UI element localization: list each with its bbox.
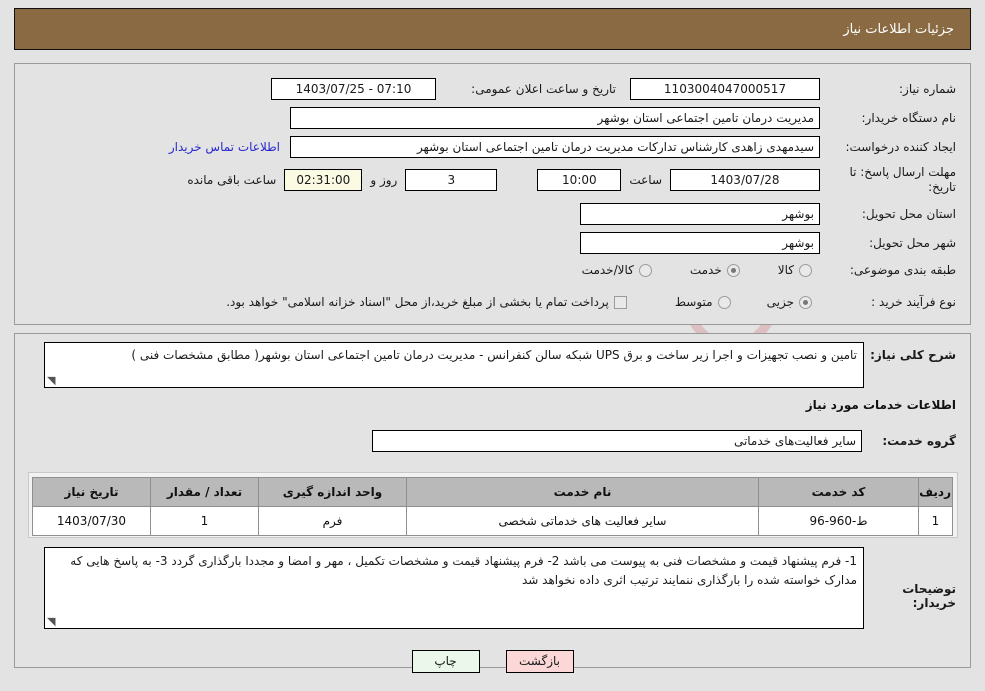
- category-option-service-label: خدمت: [689, 263, 722, 277]
- services-table-wrapper: ردیف کد خدمت نام خدمت واحد اندازه گیری ت…: [28, 472, 958, 538]
- back-button[interactable]: بازگشت: [505, 650, 574, 673]
- buyer-contact-link[interactable]: اطلاعات تماس خریدار: [169, 140, 280, 154]
- page-title: جزئیات اطلاعات نیاز: [843, 21, 954, 37]
- deadline-hour-value: 10:00: [537, 169, 622, 191]
- remaining-time-label: ساعت باقی مانده: [187, 173, 277, 187]
- category-option-service[interactable]: خدمت: [690, 263, 740, 277]
- buyer-org-row: نام دستگاه خریدار: مدیریت درمان تامین اج…: [290, 107, 956, 129]
- process-type-option-minor-label: جزیی: [766, 295, 794, 309]
- services-section-title: اطلاعات خدمات مورد نیاز: [805, 398, 956, 412]
- process-type-option-minor[interactable]: جزیی: [767, 295, 812, 309]
- cell-service-code: ط-960-96: [758, 506, 919, 536]
- cell-index: 1: [918, 506, 953, 536]
- cell-need-date: 1403/07/30: [32, 506, 151, 536]
- resize-grip-icon[interactable]: ◤: [47, 374, 57, 387]
- cell-unit: فرم: [258, 506, 407, 536]
- delivery-province-label: استان محل تحویل:: [861, 207, 956, 221]
- process-type-option-medium[interactable]: متوسط: [675, 295, 731, 309]
- announce-datetime-value: 07:10 - 1403/07/25: [271, 78, 436, 100]
- treasury-checkbox-label: پرداخت تمام یا بخشی از مبلغ خرید،از محل …: [226, 295, 609, 309]
- delivery-city-label: شهر محل تحویل:: [869, 236, 956, 250]
- services-table-header-row: ردیف کد خدمت نام خدمت واحد اندازه گیری ت…: [32, 477, 953, 507]
- service-group-value: سایر فعالیت‌های خدماتی: [372, 430, 862, 452]
- delivery-province-value: بوشهر: [580, 203, 820, 225]
- process-type-row: نوع فرآیند خرید : جزیی متوسط پرداخت تمام…: [226, 295, 956, 309]
- requester-label: ایجاد کننده درخواست:: [845, 140, 956, 154]
- description-textarea[interactable]: تامین و نصب تجهیزات و اجرا زیر ساخت و بر…: [44, 342, 864, 388]
- buyer-notes-textarea[interactable]: 1- فرم پیشنهاد قیمت و مشخصات فنی به پیوس…: [44, 547, 864, 629]
- th-service-code: کد خدمت: [758, 477, 919, 507]
- need-number-row: شماره نیاز: 1103004047000517: [630, 78, 956, 100]
- category-option-goods[interactable]: کالا: [778, 263, 812, 277]
- th-service-name: نام خدمت: [406, 477, 759, 507]
- treasury-checkbox-group[interactable]: پرداخت تمام یا بخشی از مبلغ خرید،از محل …: [226, 295, 627, 309]
- process-type-radio-minor[interactable]: [799, 295, 812, 309]
- resize-grip-icon[interactable]: ◤: [47, 615, 57, 628]
- remaining-days-value: 3: [405, 169, 498, 191]
- service-group-row: گروه خدمت: سایر فعالیت‌های خدماتی: [372, 430, 956, 452]
- deadline-hour-label: ساعت: [629, 173, 662, 187]
- requester-row: ایجاد کننده درخواست: سیدمهدی زاهدی کارشن…: [169, 136, 956, 158]
- buyer-notes-value: 1- فرم پیشنهاد قیمت و مشخصات فنی به پیوس…: [70, 554, 857, 587]
- description-label: شرح کلی نیاز:: [870, 348, 956, 362]
- cell-service-name: سایر فعالیت های خدماتی شخصی: [406, 506, 759, 536]
- need-info-panel: شماره نیاز: 1103004047000517 تاریخ و ساع…: [14, 63, 971, 325]
- category-option-goods-service[interactable]: کالا/خدمت: [582, 263, 652, 277]
- category-option-goods-label: کالا: [777, 263, 794, 277]
- delivery-city-value: بوشهر: [580, 232, 820, 254]
- deadline-row: مهلت ارسال پاسخ: تا تاریخ: 1403/07/28 سا…: [187, 165, 956, 195]
- remaining-days-label: روز و: [370, 173, 398, 187]
- category-label: طبقه بندی موضوعی:: [849, 263, 956, 277]
- cell-quantity: 1: [150, 506, 259, 536]
- th-quantity: تعداد / مقدار: [150, 477, 259, 507]
- remaining-time-value: 02:31:00: [284, 169, 363, 191]
- announce-datetime-row: تاریخ و ساعت اعلان عمومی: 07:10 - 1403/0…: [271, 78, 616, 100]
- th-need-date: تاریخ نیاز: [32, 477, 151, 507]
- deadline-date-value: 1403/07/28: [670, 169, 820, 191]
- buyer-notes-label: توضیحات خریدار:: [902, 582, 956, 610]
- footer-actions: بازگشت چاپ: [0, 650, 985, 673]
- requester-value: سیدمهدی زاهدی کارشناس تدارکات مدیریت درم…: [290, 136, 820, 158]
- delivery-city-row: شهر محل تحویل: بوشهر: [580, 232, 956, 254]
- delivery-province-row: استان محل تحویل: بوشهر: [580, 203, 956, 225]
- category-radio-goods-service[interactable]: [638, 263, 652, 277]
- category-option-goods-service-label: کالا/خدمت: [581, 263, 634, 277]
- services-table: ردیف کد خدمت نام خدمت واحد اندازه گیری ت…: [32, 477, 953, 536]
- process-type-label: نوع فرآیند خرید :: [871, 295, 956, 309]
- need-number-value: 1103004047000517: [630, 78, 820, 100]
- buyer-org-value: مدیریت درمان تامین اجتماعی استان بوشهر: [290, 107, 820, 129]
- announce-datetime-label: تاریخ و ساعت اعلان عمومی:: [471, 82, 616, 96]
- table-row: 1 ط-960-96 سایر فعالیت های خدماتی شخصی ف…: [32, 506, 953, 536]
- th-unit: واحد اندازه گیری: [258, 477, 407, 507]
- service-group-label: گروه خدمت:: [882, 434, 956, 448]
- page-header: جزئیات اطلاعات نیاز: [14, 8, 971, 50]
- category-radio-service[interactable]: [726, 263, 740, 277]
- treasury-checkbox[interactable]: [613, 295, 627, 309]
- need-number-label: شماره نیاز:: [899, 82, 956, 96]
- print-button[interactable]: چاپ: [411, 650, 480, 673]
- th-index: ردیف: [918, 477, 953, 507]
- buyer-org-label: نام دستگاه خریدار:: [861, 111, 957, 125]
- description-value: تامین و نصب تجهیزات و اجرا زیر ساخت و بر…: [131, 348, 857, 362]
- details-panel: شرح کلی نیاز: تامین و نصب تجهیزات و اجرا…: [14, 333, 971, 668]
- category-row: طبقه بندی موضوعی: کالا خدمت کالا/خدمت: [582, 263, 956, 277]
- process-type-radio-medium[interactable]: [717, 295, 731, 309]
- deadline-label: مهلت ارسال پاسخ: تا تاریخ:: [849, 165, 956, 194]
- process-type-option-medium-label: متوسط: [674, 295, 713, 309]
- category-radio-goods[interactable]: [799, 263, 812, 277]
